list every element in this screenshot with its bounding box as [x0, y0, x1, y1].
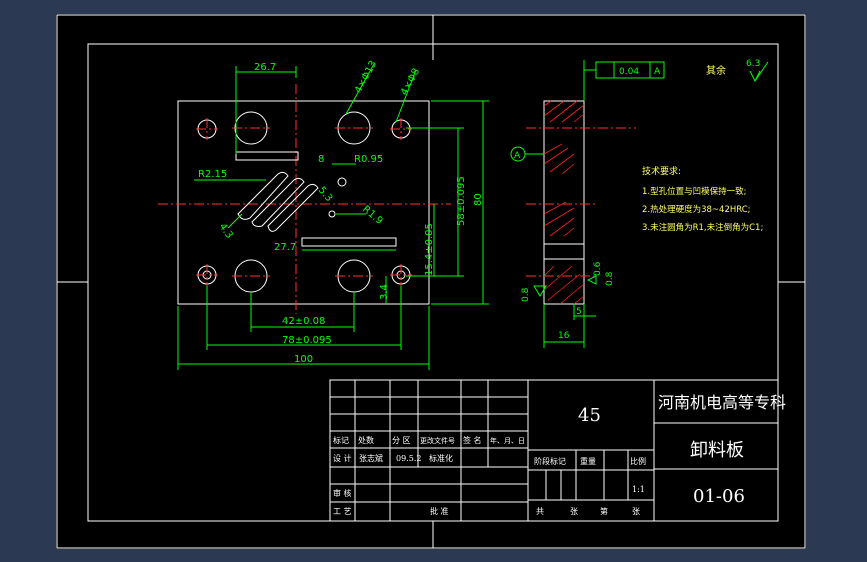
rest-roughness-value: 6.3: [746, 59, 760, 69]
dim-4x-phi8: 4×Φ8: [399, 67, 422, 98]
designer: 张志斌: [359, 453, 383, 463]
sheet-unit-2: 张: [632, 507, 640, 516]
note-1: 1.型孔位置与凹模保持一致;: [642, 186, 746, 197]
dim-15-4: 15.4±0.05: [424, 223, 435, 276]
punch-slots: [237, 171, 347, 232]
part-name: 卸料板: [690, 440, 744, 461]
scale-label: 比例: [630, 456, 646, 466]
section-view: [526, 100, 636, 305]
dim-26-7: 26.7: [254, 62, 276, 73]
review-label: 审 核: [333, 488, 352, 498]
hdr-change-doc: 更改文件号: [420, 436, 455, 445]
dim-r0-95: R0.95: [354, 154, 383, 165]
dim-42: 42±0.08: [282, 316, 325, 327]
dim-27-7: 27.7: [274, 242, 296, 253]
hdr-count: 处数: [358, 435, 374, 445]
rest-roughness-label: 其余: [706, 64, 726, 77]
process-label: 工 艺: [333, 507, 352, 516]
design-label: 设 计: [333, 453, 352, 463]
dim-5: 5: [576, 307, 582, 317]
flatness-value: 0.04: [619, 67, 639, 77]
hdr-date: 年、月、日: [490, 436, 525, 445]
stage-mark-label: 阶段标记: [534, 456, 566, 466]
note-3: 3.未注圆角为R1,未注倒角为C1;: [642, 222, 763, 233]
dim-r2-15: R2.15: [198, 169, 227, 180]
dim-80: 80: [473, 193, 484, 206]
scale-value: 1:1: [632, 485, 645, 494]
design-date: 09.5.2: [396, 454, 421, 463]
dim-100: 100: [294, 354, 313, 365]
front-view: [158, 84, 451, 314]
notes-title: 技术要求:: [642, 165, 681, 177]
dim-8: 8: [318, 154, 324, 165]
dim-r1-9: R1.9: [360, 204, 385, 227]
cad-drawing: 26.7 4×Φ13 4×Φ8 R2.15 R0.95 8 5.3 R1.9 4…: [56, 14, 806, 549]
dim-16: 16: [558, 331, 570, 341]
section-outline: [543, 100, 585, 305]
front-dimension-labels: 26.7 4×Φ13 4×Φ8 R2.15 R0.95 8 5.3 R1.9 4…: [198, 59, 484, 365]
top-cutout: [235, 151, 299, 161]
outer-frame: [56, 14, 806, 549]
dim-0-6: 0.6: [593, 261, 603, 276]
dim-4x-phi13: 4×Φ13: [353, 59, 379, 95]
weight-label: 重量: [580, 456, 596, 466]
part-number: 01-06: [693, 486, 745, 507]
approve-label: 批 准: [430, 506, 449, 516]
dim-3-4: 3.4: [379, 284, 390, 300]
hdr-zone: 分 区: [392, 436, 411, 445]
title-block-text: 45 河南机电高等专科 卸料板 01-06 1:1 标记 处数 分 区 更改文件…: [333, 393, 786, 516]
dim-58: 58±0.095: [456, 176, 467, 226]
sheet-unit-1: 张: [570, 507, 578, 516]
dim-5-3: 5.3: [316, 185, 335, 204]
datum-a: A: [514, 151, 521, 161]
material: 45: [578, 405, 601, 426]
inner-frame: [87, 43, 779, 522]
rough-0-8-left: 0.8: [521, 287, 531, 302]
dim-78: 78±0.095: [282, 335, 332, 346]
rough-0-8-right: 0.8: [605, 271, 615, 286]
bottom-cutout: [301, 237, 397, 247]
hdr-mark: 标记: [333, 435, 349, 445]
note-2: 2.热处理硬度为38~42HRC;: [642, 204, 751, 215]
std-label: 标准化: [429, 453, 453, 463]
sheet-total: 共: [536, 507, 544, 516]
sheet-index: 第: [600, 506, 608, 516]
datum-ref: A: [654, 67, 661, 77]
hdr-sign: 签 名: [463, 435, 482, 445]
drawing-sheet: 26.7 4×Φ13 4×Φ8 R2.15 R0.95 8 5.3 R1.9 4…: [56, 14, 806, 549]
technical-notes: 技术要求: 1.型孔位置与凹模保持一致; 2.热处理硬度为38~42HRC; 3…: [642, 165, 763, 233]
school-name: 河南机电高等专科: [658, 393, 786, 412]
